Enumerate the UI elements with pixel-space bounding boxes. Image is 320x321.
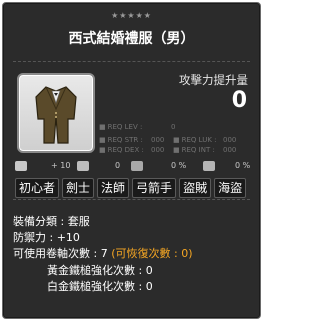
gold-hammer-line: 黃金鐵槌強化次數 : 0 [47, 264, 153, 277]
attack-increase-label: 攻擊力提升量 [179, 73, 248, 87]
job-magician: 法師 [97, 178, 130, 198]
req-int: ■ REQ INT : 000 [173, 146, 237, 154]
divider [13, 199, 250, 200]
req-dex: ■ REQ DEX : 000 [99, 146, 165, 154]
job-warrior: 劍士 [62, 178, 95, 198]
req-level: ■ REQ LEV : 0 [99, 123, 176, 131]
defense-line: 防禦力 : +10 [13, 231, 80, 244]
req-str: ■ REQ STR : 000 [99, 136, 165, 144]
platinum-hammer-line: 白金鐵槌強化次數 : 0 [47, 280, 153, 293]
scroll-line: 可使用卷軸次數 : 7 (可恢復次數 : 0) [13, 247, 193, 260]
item-icon-frame [17, 73, 95, 153]
rate-value-2: 0 % [235, 161, 251, 170]
tuxedo-icon [35, 86, 77, 144]
sword-icon [203, 161, 215, 171]
job-thief: 盜賊 [179, 178, 212, 198]
star-rating: ★★★★★ [111, 11, 152, 20]
job-beginner: 初心者 [15, 178, 60, 198]
upgrade-value: 0 [115, 161, 121, 170]
category-line: 裝備分類 : 套服 [13, 215, 90, 228]
plus-value: + 10 [51, 161, 71, 170]
job-archer: 弓箭手 [132, 178, 177, 198]
job-list: 初心者 劍士 法師 弓箭手 盜賊 海盜 [15, 178, 252, 199]
divider [13, 61, 250, 62]
rate-value-1: 0 % [171, 161, 187, 170]
potential-icon [15, 161, 27, 171]
shield-icon [131, 161, 143, 171]
upgrade-icon [77, 161, 89, 171]
req-luk: ■ REQ LUK : 000 [173, 136, 237, 144]
attack-increase-value: 0 [231, 88, 247, 113]
item-tooltip-panel: ★★★★★ 西式結婚禮服（男） 攻擊力提升量 0 ■ REQ LEV : 0 ■ R… [2, 2, 261, 319]
item-name: 西式結婚禮服（男） [68, 31, 195, 47]
stat-row: + 10 0 0 % 0 % [15, 160, 255, 172]
job-pirate: 海盜 [214, 178, 247, 198]
